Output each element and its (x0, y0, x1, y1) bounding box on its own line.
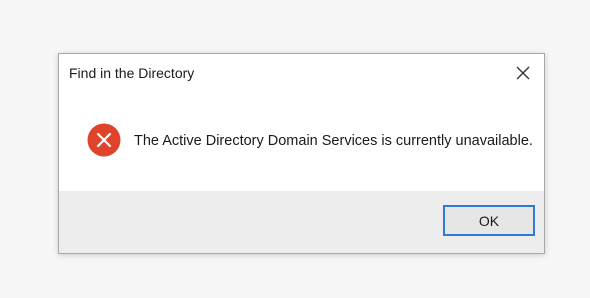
dialog-title: Find in the Directory (69, 65, 195, 81)
ok-button[interactable]: OK (443, 205, 535, 236)
ok-button-label: OK (478, 212, 500, 229)
dialog-content: The Active Directory Domain Services is … (59, 92, 544, 192)
close-button[interactable] (506, 58, 540, 88)
dialog-footer: OK (59, 191, 544, 253)
error-message: The Active Directory Domain Services is … (134, 133, 533, 149)
error-icon (87, 123, 121, 157)
message-dialog: Find in the Directory The Active Directo… (58, 53, 545, 254)
close-icon (516, 66, 530, 80)
dialog-titlebar[interactable]: Find in the Directory (59, 54, 544, 92)
